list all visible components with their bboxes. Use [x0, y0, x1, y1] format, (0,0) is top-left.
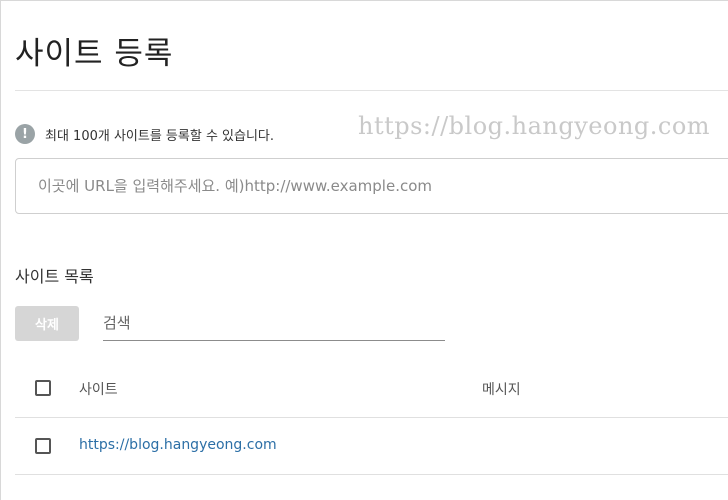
site-registration-page: 사이트 등록 ! 최대 100개 사이트를 등록할 수 있습니다. https:…	[0, 0, 728, 500]
left-border	[0, 0, 1, 500]
watermark: https://blog.hangyeong.com	[358, 112, 711, 140]
select-all-checkbox[interactable]	[35, 380, 51, 396]
exclamation-icon: !	[15, 124, 35, 144]
header-divider	[15, 417, 728, 418]
notice-text: 최대 100개 사이트를 등록할 수 있습니다.	[45, 128, 275, 144]
page-title: 사이트 등록	[15, 36, 174, 72]
title-divider	[15, 90, 728, 91]
site-link[interactable]: https://blog.hangyeong.com	[79, 437, 277, 453]
column-header-message: 메시지	[482, 382, 521, 398]
top-border	[0, 0, 728, 1]
notice: ! 최대 100개 사이트를 등록할 수 있습니다.	[15, 124, 274, 144]
url-input[interactable]	[15, 158, 728, 214]
column-header-site: 사이트	[79, 382, 118, 398]
search-input[interactable]	[103, 308, 445, 341]
row-divider	[15, 474, 728, 475]
row-checkbox[interactable]	[35, 438, 51, 454]
delete-button[interactable]: 삭제	[15, 306, 79, 341]
site-list-title: 사이트 목록	[15, 267, 94, 286]
